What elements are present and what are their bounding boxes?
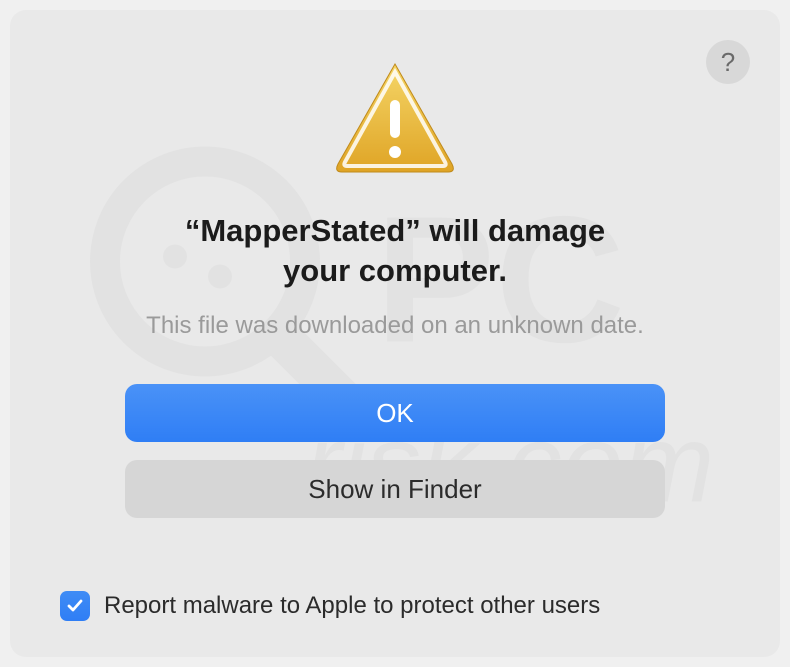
dialog-title: “MapperStated” will damage your computer… [185,211,605,290]
checkmark-icon [65,596,85,616]
malware-warning-dialog: PC risk.com ? “MapperStated” will damage… [10,10,780,657]
show-in-finder-button[interactable]: Show in Finder [125,460,665,518]
dialog-subtitle: This file was downloaded on an unknown d… [146,312,644,340]
title-line-2: your computer. [283,253,507,288]
help-button[interactable]: ? [706,40,750,84]
report-malware-row: Report malware to Apple to protect other… [60,591,600,621]
warning-triangle-icon [330,58,460,183]
title-line-1: “MapperStated” will damage [185,213,605,248]
button-stack: OK Show in Finder [125,384,665,518]
report-malware-checkbox[interactable] [60,591,90,621]
help-icon: ? [721,47,735,78]
ok-button[interactable]: OK [125,384,665,442]
report-malware-label: Report malware to Apple to protect other… [104,592,600,620]
